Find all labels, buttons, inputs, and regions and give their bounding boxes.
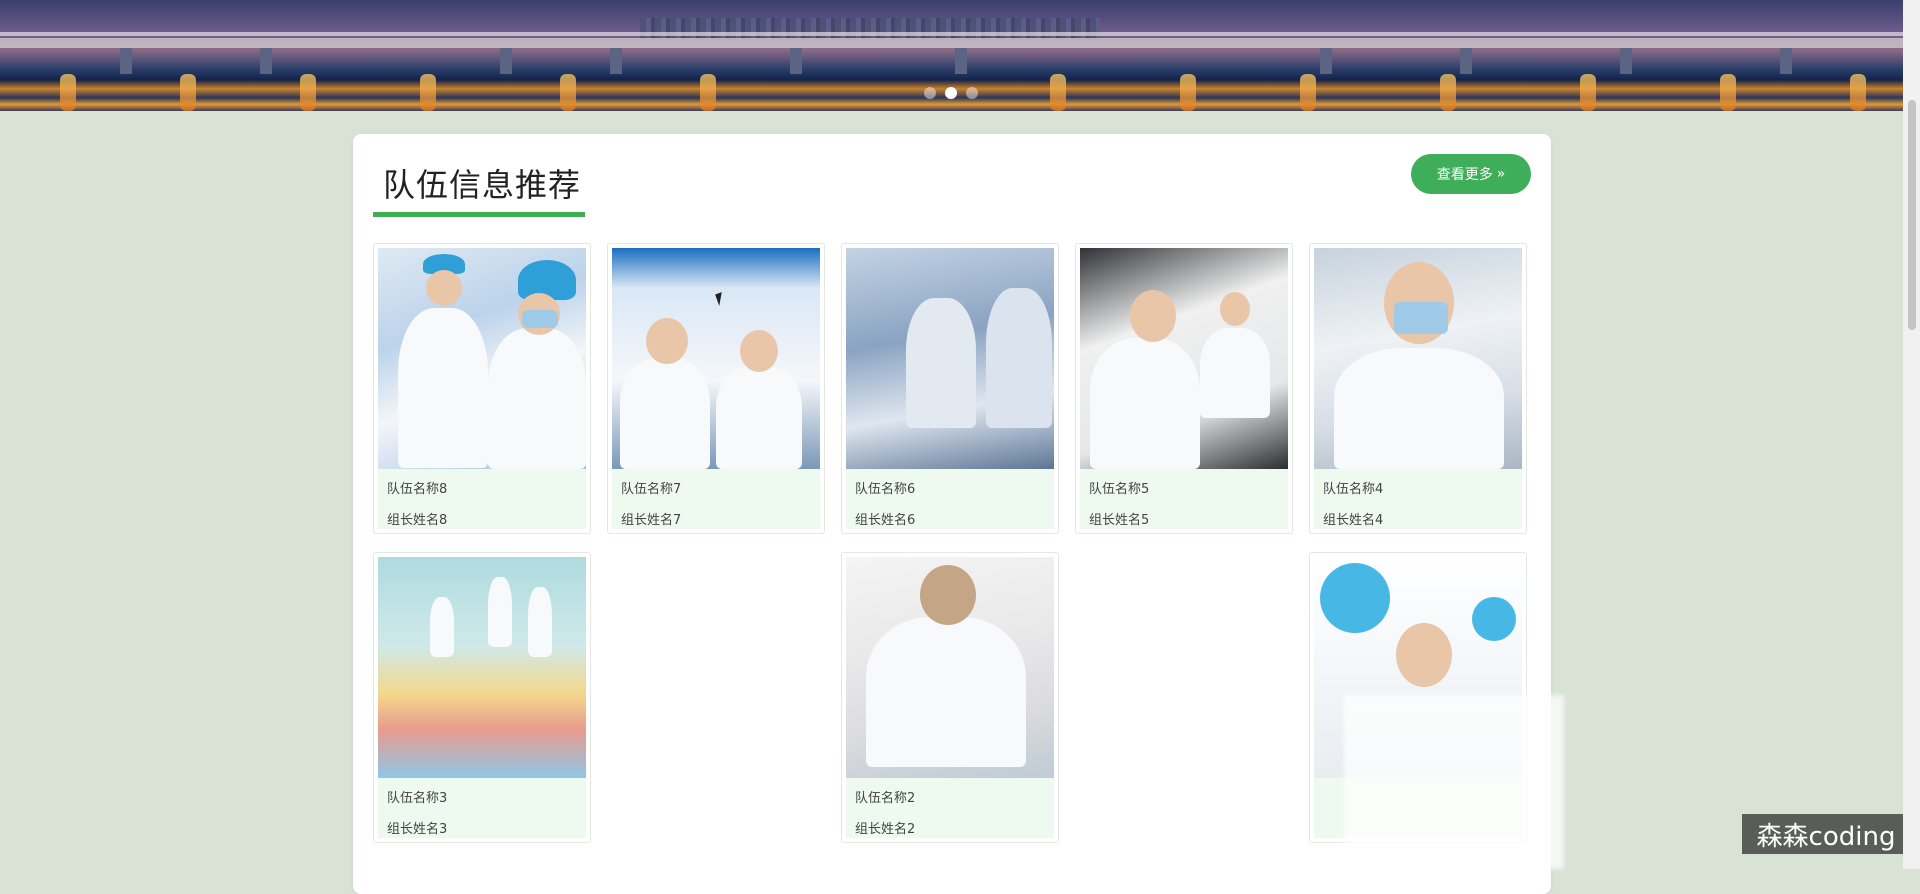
team-name: 队伍名称5 (1089, 482, 1150, 497)
figure-face (920, 565, 976, 625)
team-leader: 组长姓名4 (1323, 513, 1384, 528)
figure-coat (528, 587, 552, 657)
figure-coat (488, 577, 512, 647)
team-card[interactable]: 队伍名称7 组长姓名7 (607, 243, 825, 534)
team-card-info: 队伍名称8 组长姓名8 (378, 469, 586, 529)
team-leader: 组长姓名2 (855, 822, 916, 837)
team-photo (1080, 248, 1288, 469)
figure-face (1396, 623, 1452, 687)
scrollbar-thumb[interactable] (1908, 100, 1916, 330)
banner-water-light (1580, 74, 1596, 111)
carousel-dot-1[interactable] (924, 87, 936, 99)
banner-carousel[interactable] (0, 0, 1903, 111)
team-photo (846, 557, 1054, 778)
team-leader: 组长姓名3 (387, 822, 448, 837)
figure-coat (1334, 348, 1504, 469)
figure-coat (1090, 338, 1200, 469)
team-photo (612, 248, 820, 469)
team-card-info: 队伍名称7 组长姓名7 (612, 469, 820, 529)
team-name: 队伍名称3 (387, 791, 448, 806)
team-card-info: 队伍名称3 组长姓名3 (378, 778, 586, 838)
molecule-bubble (1320, 563, 1390, 633)
banner-bridge-deck (0, 38, 1903, 48)
team-name: 队伍名称6 (855, 482, 916, 497)
figure-coat (986, 288, 1052, 428)
figure-coat (488, 328, 586, 469)
team-leader: 组长姓名6 (855, 513, 916, 528)
banner-pillar (610, 48, 622, 74)
banner-skyline (640, 18, 1100, 40)
figure-face (1130, 290, 1176, 342)
team-name: 队伍名称4 (1323, 482, 1384, 497)
team-name: 队伍名称8 (387, 482, 448, 497)
team-card-info: 队伍名称6 组长姓名6 (846, 469, 1054, 529)
figure-face (426, 270, 462, 306)
carousel-dot-3[interactable] (966, 87, 978, 99)
banner-water-light (60, 74, 76, 111)
banner-water-light (1180, 74, 1196, 111)
team-card-info: 队伍名称5 组长姓名5 (1080, 469, 1288, 529)
banner-water-light (300, 74, 316, 111)
banner-water-light (1720, 74, 1736, 111)
figure-coat (866, 617, 1026, 767)
banner-pillar (500, 48, 512, 74)
banner-pillar (955, 48, 967, 74)
banner-pillar (1460, 48, 1472, 74)
figure-coat (906, 298, 976, 428)
team-card[interactable]: 队伍名称3 组长姓名3 (373, 552, 591, 843)
figure-coat (398, 308, 488, 468)
banner-water-light (1050, 74, 1066, 111)
watermark: 森森coding (1742, 814, 1910, 854)
team-card[interactable]: 队伍名称6 组长姓名6 (841, 243, 1059, 534)
banner-water-light (1440, 74, 1456, 111)
banner-water-light (420, 74, 436, 111)
figure-face (646, 318, 688, 364)
figure-coat (620, 358, 710, 469)
banner-bridge-rail (0, 32, 1903, 36)
banner-water-light (180, 74, 196, 111)
team-card[interactable]: 队伍名称5 组长姓名5 (1075, 243, 1293, 534)
banner-pillar (1780, 48, 1792, 74)
banner-water-light (1850, 74, 1866, 111)
faded-overlay (1344, 695, 1564, 869)
section-title: 队伍信息推荐 (383, 166, 582, 204)
team-name: 队伍名称2 (855, 791, 916, 806)
team-leader: 组长姓名8 (387, 513, 448, 528)
banner-pillar (260, 48, 272, 74)
team-photo (846, 248, 1054, 469)
view-more-button[interactable]: 查看更多 » (1411, 154, 1531, 194)
banner-water-light (700, 74, 716, 111)
team-photo (1314, 248, 1522, 469)
banner-water-light (1300, 74, 1316, 111)
figure-mask (1394, 302, 1448, 334)
banner-pillar (790, 48, 802, 74)
figure-coat (1200, 328, 1270, 418)
banner-water-light (560, 74, 576, 111)
team-card-info: 队伍名称2 组长姓名2 (846, 778, 1054, 838)
team-photo (378, 557, 586, 778)
figure-coat (716, 366, 802, 469)
figure-coat (430, 597, 454, 657)
team-name: 队伍名称7 (621, 482, 682, 497)
banner-pillar (120, 48, 132, 74)
team-card[interactable]: 队伍名称2 组长姓名2 (841, 552, 1059, 843)
team-photo (378, 248, 586, 469)
view-more-label: 查看更多 (1436, 167, 1493, 183)
team-card[interactable]: 队伍名称4 组长姓名4 (1309, 243, 1527, 534)
section-title-underline (373, 212, 585, 217)
team-leader: 组长姓名7 (621, 513, 682, 528)
team-card[interactable]: 队伍名称8 组长姓名8 (373, 243, 591, 534)
carousel-dot-2[interactable] (945, 87, 957, 99)
team-card-info: 队伍名称4 组长姓名4 (1314, 469, 1522, 529)
banner-pillar (1320, 48, 1332, 74)
team-leader: 组长姓名5 (1089, 513, 1150, 528)
dna-bubble (1472, 597, 1516, 641)
double-chevron-right-icon: » (1496, 166, 1506, 182)
figure-face (740, 330, 778, 372)
carousel-dots (924, 87, 978, 99)
page-scrollbar[interactable] (1903, 0, 1920, 869)
banner-pillar (1620, 48, 1632, 74)
figure-mask (522, 310, 558, 328)
figure-face (1220, 292, 1250, 326)
